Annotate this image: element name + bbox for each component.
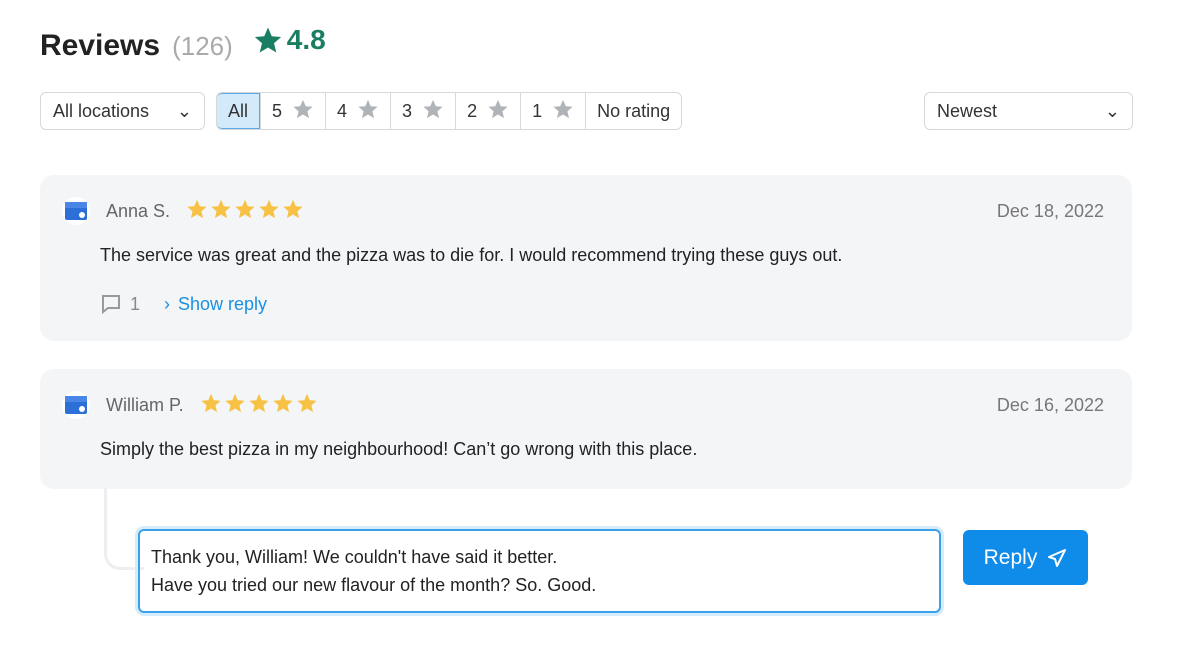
filter-label: 4	[337, 100, 348, 121]
reply-button[interactable]: Reply	[963, 530, 1088, 585]
rating-filter-no-rating[interactable]: No rating	[585, 93, 681, 129]
rating-filter-all[interactable]: All	[217, 93, 261, 129]
reply-button-label: Reply	[983, 545, 1038, 569]
rating-filter-3[interactable]: 3	[390, 93, 455, 129]
sort-dropdown[interactable]: Newest ⌄	[924, 92, 1133, 130]
comment-icon	[102, 295, 120, 315]
show-reply-label: Show reply	[178, 293, 268, 314]
star-icon	[254, 27, 281, 53]
filter-label: All	[228, 100, 249, 121]
filter-label: 5	[272, 100, 283, 121]
chevron-right-icon: ›	[164, 293, 171, 314]
reply-textarea[interactable]: Thank you, William! We couldn't have sai…	[138, 529, 941, 613]
send-icon	[1048, 548, 1067, 567]
google-business-icon	[62, 197, 90, 225]
review-text: Simply the best pizza in my neighbourhoo…	[100, 439, 698, 459]
star-rating	[186, 198, 304, 225]
star-icon	[272, 392, 294, 419]
rating-value: 4.8	[286, 24, 326, 55]
review-count: (126)	[172, 31, 233, 61]
review-date: Dec 16, 2022	[996, 395, 1104, 415]
location-dropdown[interactable]: All locations ⌄	[40, 92, 205, 130]
filter-label: 3	[402, 100, 413, 121]
page-title: Reviews	[40, 29, 161, 62]
filter-label: No rating	[597, 100, 671, 121]
star-icon	[186, 198, 208, 225]
star-icon	[248, 392, 270, 419]
rating-filter-4[interactable]: 4	[325, 93, 390, 129]
star-icon	[224, 392, 246, 419]
reviewer-name: Anna S.	[106, 200, 171, 221]
page-header: Reviews (126) 4.8	[40, 24, 326, 63]
star-icon	[282, 198, 304, 225]
sort-label: Newest	[937, 100, 998, 121]
google-business-icon	[62, 391, 90, 419]
reply-count: 1	[130, 293, 141, 314]
location-label: All locations	[53, 100, 150, 121]
star-icon	[200, 392, 222, 419]
star-icon	[234, 198, 256, 225]
star-icon	[292, 98, 314, 125]
filter-label: 2	[467, 100, 478, 121]
star-icon	[258, 198, 280, 225]
star-icon	[487, 98, 509, 125]
reviewer-name: William P.	[106, 394, 184, 415]
average-rating: 4.8	[253, 24, 326, 56]
star-icon	[210, 198, 232, 225]
review-card: William P. Dec 16, 2022 Simply the best …	[40, 369, 1132, 489]
star-icon	[552, 98, 574, 125]
show-reply-link[interactable]: › Show reply	[164, 294, 267, 315]
star-rating	[200, 392, 318, 419]
star-icon	[296, 392, 318, 419]
filter-label: 1	[532, 100, 543, 121]
rating-filter: All 5 4 3 2 1 No rating	[216, 92, 683, 130]
star-icon	[357, 98, 379, 125]
rating-filter-5[interactable]: 5	[260, 93, 325, 129]
star-icon	[422, 98, 444, 125]
chevron-down-icon: ⌄	[176, 100, 192, 121]
rating-filter-1[interactable]: 1	[520, 93, 585, 129]
review-date: Dec 18, 2022	[996, 201, 1104, 221]
rating-filter-2[interactable]: 2	[455, 93, 520, 129]
review-card: Anna S. Dec 18, 2022 The service was gre…	[40, 175, 1132, 341]
review-text: The service was great and the pizza was …	[100, 245, 843, 265]
chevron-down-icon: ⌄	[1104, 100, 1120, 121]
